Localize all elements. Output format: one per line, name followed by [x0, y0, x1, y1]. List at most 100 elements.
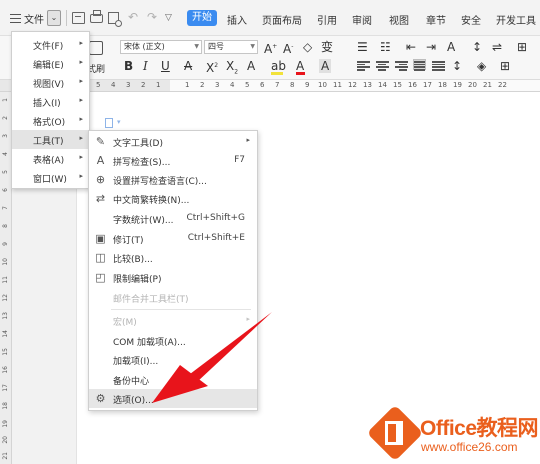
menu-item-view[interactable]: 视图(V) ▸ — [12, 73, 89, 92]
tab-references[interactable]: 引用 — [317, 12, 337, 27]
watermark-title: Office教程网 — [420, 417, 539, 440]
menu-item-edit[interactable]: 编辑(E) ▸ — [12, 54, 89, 73]
print-icon[interactable] — [90, 10, 103, 23]
print-preview-icon[interactable] — [108, 12, 122, 27]
menu-item-label: 宏(M) — [113, 318, 137, 328]
file-menu-button[interactable]: 文件 — [10, 11, 44, 26]
line-spacing-icon[interactable]: ↕ — [452, 59, 462, 73]
chevron-right-icon: ▸ — [79, 39, 83, 47]
ruler-number: 9 — [305, 81, 310, 89]
align-right-icon[interactable] — [395, 60, 408, 71]
tab-insert[interactable]: 插入 — [227, 12, 247, 27]
tab-chapter[interactable]: 章节 — [426, 12, 446, 27]
menu-item-table[interactable]: 表格(A) ▸ — [12, 149, 89, 168]
align-center-icon[interactable] — [376, 60, 389, 71]
phonetic-guide-icon[interactable]: 变 — [321, 40, 333, 54]
menu-item-file[interactable]: 文件(F) ▸ — [12, 35, 89, 54]
menu-item-revision[interactable]: ▣ 修订(T) Ctrl+Shift+E — [89, 229, 257, 248]
menu-item-label: 文件(F) — [33, 42, 64, 52]
menu-item-label: 设置拼写检查语言(C)... — [113, 177, 207, 187]
underline-icon[interactable]: U — [161, 59, 170, 73]
text-effect-icon[interactable]: A — [447, 40, 455, 54]
menu-item-label: 窗口(W) — [33, 175, 67, 185]
menu-item-window[interactable]: 窗口(W) ▸ — [12, 168, 89, 187]
restrict-edit-icon: ◰ — [95, 271, 106, 284]
align-left-icon[interactable] — [357, 60, 370, 71]
text-style-icon[interactable]: A — [247, 59, 255, 73]
strikethrough-icon[interactable]: A — [184, 59, 192, 73]
ruler-number: 4 — [111, 81, 116, 89]
bold-icon[interactable]: B — [124, 59, 133, 73]
menu-item-label: 邮件合并工具栏(T) — [113, 295, 189, 305]
menu-item-format[interactable]: 格式(O) ▸ — [12, 111, 89, 130]
menu-item-text-tools[interactable]: ✎ 文字工具(D) ▸ — [89, 132, 257, 151]
tab-page-layout[interactable]: 页面布局 — [262, 12, 302, 27]
menu-item-chinese-conversion[interactable]: ⇄ 中文简繁转换(N)... — [89, 189, 257, 208]
justify-icon[interactable] — [413, 59, 426, 71]
bullet-list-icon[interactable]: ☰ — [357, 40, 368, 54]
grow-font-icon[interactable]: A+ — [264, 40, 277, 56]
gear-icon: ⚙ — [95, 392, 106, 405]
ruler-number: 3 — [215, 81, 220, 89]
ruler-number: 15 — [2, 348, 9, 356]
decrease-indent-icon[interactable]: ⇤ — [406, 40, 416, 54]
annotation-arrow — [152, 312, 272, 403]
numbered-list-icon[interactable]: ☷ — [380, 40, 391, 54]
distributed-align-icon[interactable] — [432, 60, 445, 71]
ruler-number: 5 — [96, 81, 101, 89]
menu-item-restrict-edit[interactable]: ◰ 限制编辑(P) — [89, 268, 257, 287]
menu-item-shortcut: F7 — [234, 155, 245, 165]
menu-item-label: 中文简繁转换(N)... — [113, 196, 190, 206]
character-shading-icon[interactable]: A — [319, 59, 332, 73]
ruler-number: 12 — [2, 294, 9, 302]
increase-indent-icon[interactable]: ⇥ — [426, 40, 436, 54]
undo-icon[interactable]: ↶ — [128, 10, 138, 24]
menu-item-spellcheck-language[interactable]: ⊕ 设置拼写检查语言(C)... — [89, 170, 257, 189]
tab-view[interactable]: 视图 — [389, 12, 409, 27]
subscript-icon[interactable]: X2 — [226, 59, 238, 79]
borders-icon[interactable]: ⊞ — [500, 59, 510, 73]
font-name-select[interactable]: 宋体 (正文) ▼ — [120, 40, 202, 54]
paste-icon[interactable] — [89, 41, 103, 55]
ruler-number: 7 — [2, 206, 9, 210]
italic-icon[interactable]: I — [143, 59, 148, 73]
superscript-icon[interactable]: X2 — [206, 59, 218, 75]
sort-icon[interactable]: ↕ — [472, 40, 482, 54]
ruler-number: 3 — [126, 81, 131, 89]
redo-icon[interactable]: ↷ — [147, 10, 157, 24]
menu-item-shortcut: Ctrl+Shift+G — [186, 213, 245, 223]
shading-fill-icon[interactable]: ◈ — [477, 59, 486, 73]
ruler-number: 8 — [290, 81, 295, 89]
menu-item-tools[interactable]: 工具(T) ▸ — [12, 130, 89, 149]
ruler-number: 6 — [2, 188, 9, 192]
menu-item-insert[interactable]: 插入(I) ▸ — [12, 92, 89, 111]
ruler-number: 1 — [185, 81, 190, 89]
save-icon[interactable] — [72, 12, 85, 24]
tab-home[interactable]: 开始 — [187, 10, 217, 26]
menu-item-word-count[interactable]: 字数统计(W)... Ctrl+Shift+G — [89, 209, 257, 228]
tab-security[interactable]: 安全 — [461, 12, 481, 27]
tab-developer[interactable]: 开发工具 — [496, 12, 536, 27]
menu-item-spellcheck[interactable]: A 拼写检查(S)... F7 — [89, 151, 257, 170]
menu-item-mail-merge-toolbar[interactable]: 邮件合并工具栏(T) — [89, 288, 257, 307]
ruler-number: 1 — [2, 98, 9, 102]
ruler-number: 3 — [2, 134, 9, 138]
ruler-number: 11 — [2, 276, 9, 284]
ruler-number: 18 — [2, 402, 9, 410]
font-size-select[interactable]: 四号 ▼ — [204, 40, 258, 54]
quick-access-more-icon[interactable]: ▽ — [165, 13, 172, 23]
shrink-font-icon[interactable]: A- — [283, 40, 293, 56]
ruler-number: 15 — [393, 81, 402, 89]
ruler-number: 8 — [2, 224, 9, 228]
menu-item-label: 视图(V) — [33, 80, 65, 90]
highlight-icon[interactable]: ab — [271, 59, 286, 75]
tab-review[interactable]: 审阅 — [352, 12, 372, 27]
file-menu-dropdown-button[interactable]: ⌄ — [47, 10, 61, 26]
clear-format-icon[interactable]: ◇ — [303, 40, 312, 54]
font-color-icon[interactable]: A — [296, 59, 305, 75]
chevron-down-icon: ▾ — [117, 118, 121, 126]
table-borders-icon[interactable]: ⊞ — [517, 40, 527, 54]
ruler-number: 4 — [230, 81, 235, 89]
menu-item-compare[interactable]: ◫ 比较(B)... — [89, 248, 257, 267]
show-marks-icon[interactable]: ⇌ — [492, 40, 502, 54]
